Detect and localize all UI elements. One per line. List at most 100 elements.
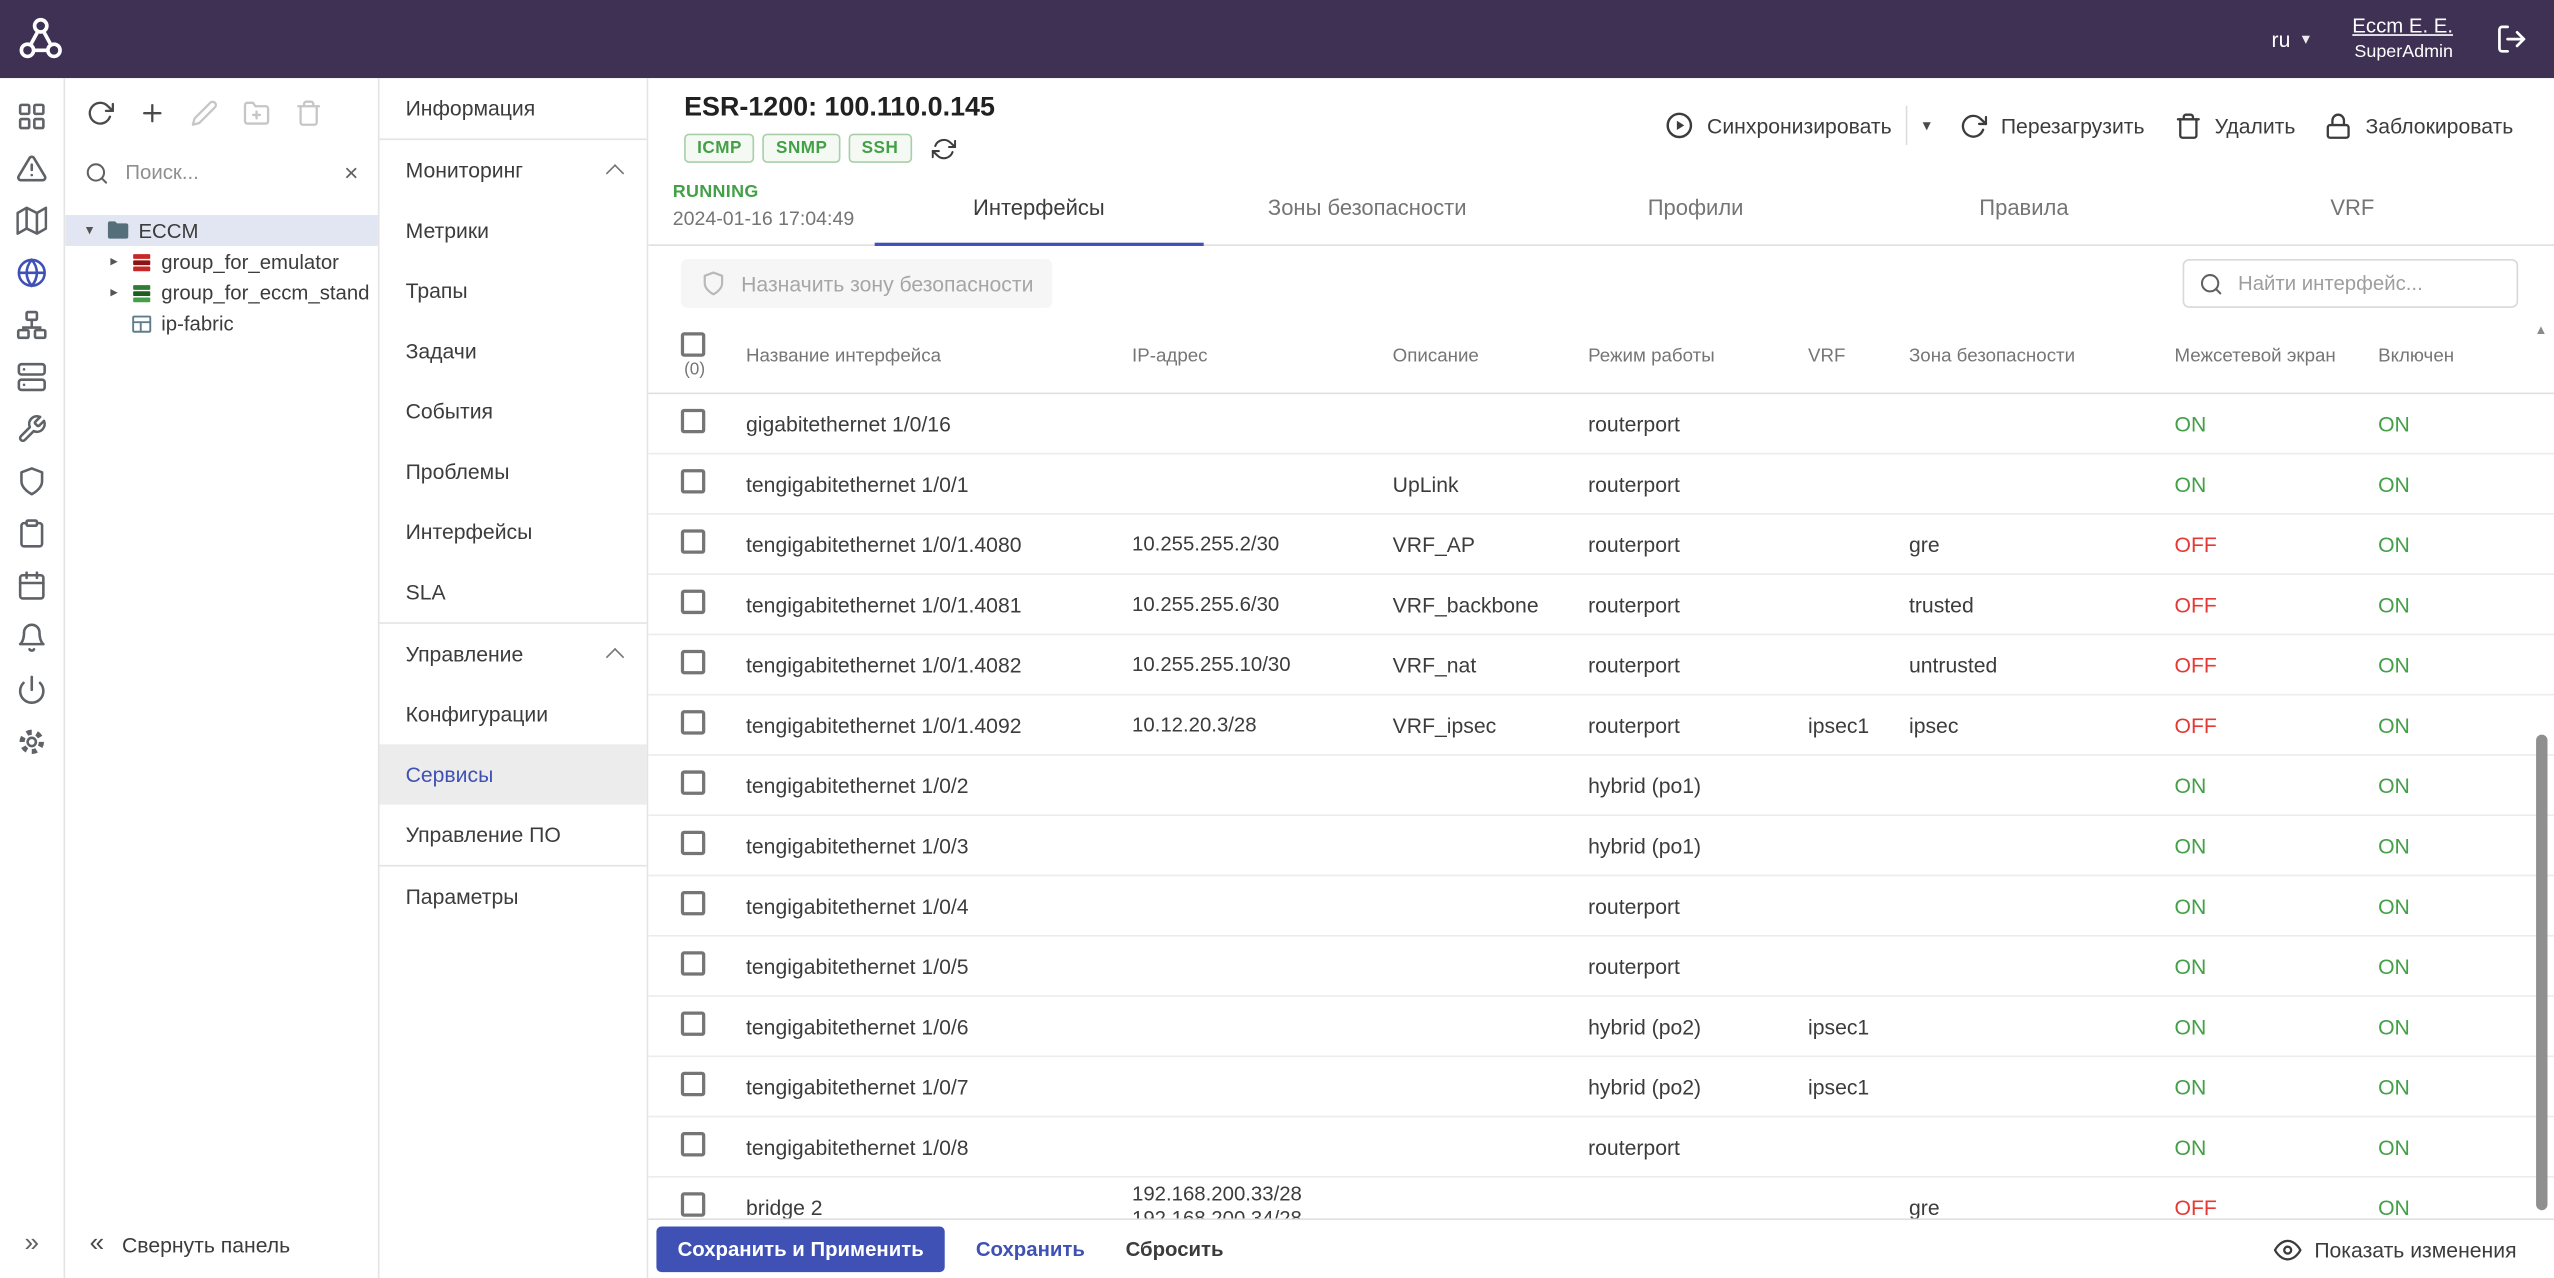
assign-zone-button[interactable]: Назначить зону безопасности [681,259,1053,308]
menu-item-tasks[interactable]: Задачи [380,321,647,381]
language-selector[interactable]: ru ▾ [2272,27,2310,51]
enabled-toggle[interactable]: ON [2378,1195,2410,1219]
menu-item-events[interactable]: События [380,381,647,441]
firewall-toggle[interactable]: OFF [2174,713,2216,737]
collapse-panel-button[interactable]: « Свернуть панель [65,1210,378,1278]
enabled-toggle[interactable]: ON [2378,893,2410,917]
row-checkbox[interactable] [681,650,705,674]
chevron-right-icon[interactable]: ▸ [106,283,122,301]
tree-search-field[interactable]: × [65,147,378,199]
settings-icon[interactable] [6,715,58,767]
menu-section-management[interactable]: Управление [380,624,647,684]
row-checkbox[interactable] [681,891,705,915]
save-button[interactable]: Сохранить [966,1227,1095,1273]
notifications-icon[interactable] [6,611,58,663]
tab-profiles[interactable]: Профили [1531,169,1859,244]
firewall-toggle[interactable]: ON [2174,833,2206,857]
sync-dropdown-button[interactable]: ▾ [1908,107,1946,144]
firewall-toggle[interactable]: ON [2174,893,2206,917]
tree-search-input[interactable] [122,160,331,186]
row-checkbox[interactable] [681,1192,705,1216]
enabled-toggle[interactable]: ON [2378,1074,2410,1098]
row-checkbox[interactable] [681,831,705,855]
row-checkbox[interactable] [681,409,705,433]
row-checkbox[interactable] [681,710,705,734]
row-checkbox[interactable] [681,1012,705,1036]
firewall-toggle[interactable]: OFF [2174,592,2216,616]
edit-icon[interactable] [191,99,219,127]
row-checkbox[interactable] [681,529,705,553]
firewall-toggle[interactable]: ON [2174,1074,2206,1098]
tasks-icon[interactable] [6,507,58,559]
add-icon[interactable] [138,99,166,127]
map-icon[interactable] [6,194,58,246]
tab-rules[interactable]: Правила [1860,169,2188,244]
enabled-toggle[interactable]: ON [2378,1134,2410,1158]
enabled-toggle[interactable]: ON [2378,833,2410,857]
menu-item-interfaces[interactable]: Интерфейсы [380,502,647,562]
firewall-toggle[interactable]: ON [2174,954,2206,978]
enabled-toggle[interactable]: ON [2378,954,2410,978]
tree-node-ip-fabric[interactable]: ip-fabric [65,308,378,339]
firewall-toggle[interactable]: OFF [2174,652,2216,676]
row-checkbox[interactable] [681,770,705,794]
security-icon[interactable] [6,454,58,506]
tools-icon[interactable] [6,402,58,454]
enabled-toggle[interactable]: ON [2378,532,2410,556]
alerts-icon[interactable] [6,142,58,194]
lock-device-button[interactable]: Заблокировать [2310,102,2528,149]
menu-item-sla[interactable]: SLA [380,562,647,622]
firewall-toggle[interactable]: ON [2174,773,2206,797]
power-icon[interactable] [6,663,58,715]
tab-interfaces[interactable]: Интерфейсы [875,169,1203,244]
synchronize-button[interactable]: Синхронизировать [1650,101,1906,150]
devices-icon[interactable] [6,350,58,402]
scroll-up-icon[interactable]: ▲ [2535,323,2548,339]
row-checkbox[interactable] [681,590,705,614]
firewall-toggle[interactable]: ON [2174,1134,2206,1158]
dashboard-icon[interactable] [6,90,58,142]
save-apply-button[interactable]: Сохранить и Применить [656,1227,944,1273]
row-checkbox[interactable] [681,951,705,975]
refresh-tree-icon[interactable] [86,99,114,127]
firewall-toggle[interactable]: ON [2174,1014,2206,1038]
firewall-toggle[interactable]: OFF [2174,532,2216,556]
show-changes-button[interactable]: Показать изменения [2274,1235,2517,1263]
calendar-icon[interactable] [6,559,58,611]
add-folder-icon[interactable] [243,99,271,127]
menu-item-traps[interactable]: Трапы [380,261,647,321]
topology-icon[interactable] [6,298,58,350]
menu-item-problems[interactable]: Проблемы [380,441,647,501]
scrollbar-thumb[interactable] [2535,735,2546,1211]
firewall-toggle[interactable]: ON [2174,411,2206,435]
menu-section-monitoring[interactable]: Мониторинг [380,140,647,200]
enabled-toggle[interactable]: ON [2378,713,2410,737]
enabled-toggle[interactable]: ON [2378,652,2410,676]
menu-item-metrics[interactable]: Метрики [380,200,647,260]
app-logo-icon[interactable] [16,15,65,64]
row-checkbox[interactable] [681,469,705,493]
expand-rail-button[interactable]: » [25,1230,40,1259]
firewall-toggle[interactable]: ON [2174,472,2206,496]
menu-item-configurations[interactable]: Конфигурации [380,684,647,744]
enabled-toggle[interactable]: ON [2378,411,2410,435]
delete-icon[interactable] [295,99,323,127]
refresh-status-icon[interactable] [931,136,955,160]
user-menu[interactable]: Eccm E. E. SuperAdmin [2352,11,2453,66]
logout-button[interactable] [2495,23,2528,56]
reset-button[interactable]: Сбросить [1116,1227,1234,1273]
tree-node-group-for-emulator[interactable]: ▸ group_for_emulator [65,246,378,277]
firewall-toggle[interactable]: OFF [2174,1195,2216,1219]
network-icon[interactable] [6,246,58,298]
tab-security-zones[interactable]: Зоны безопасности [1203,169,1531,244]
menu-item-parameters[interactable]: Параметры [380,867,647,927]
row-checkbox[interactable] [681,1132,705,1156]
tab-vrf[interactable]: VRF [2188,169,2516,244]
delete-device-button[interactable]: Удалить [2159,102,2310,149]
interface-search-input[interactable] [2235,270,2502,296]
enabled-toggle[interactable]: ON [2378,773,2410,797]
menu-item-information[interactable]: Информация [380,78,647,138]
select-all-checkbox[interactable] [681,333,705,357]
chevron-right-icon[interactable]: ▸ [106,252,122,270]
menu-item-software[interactable]: Управление ПО [380,805,647,865]
